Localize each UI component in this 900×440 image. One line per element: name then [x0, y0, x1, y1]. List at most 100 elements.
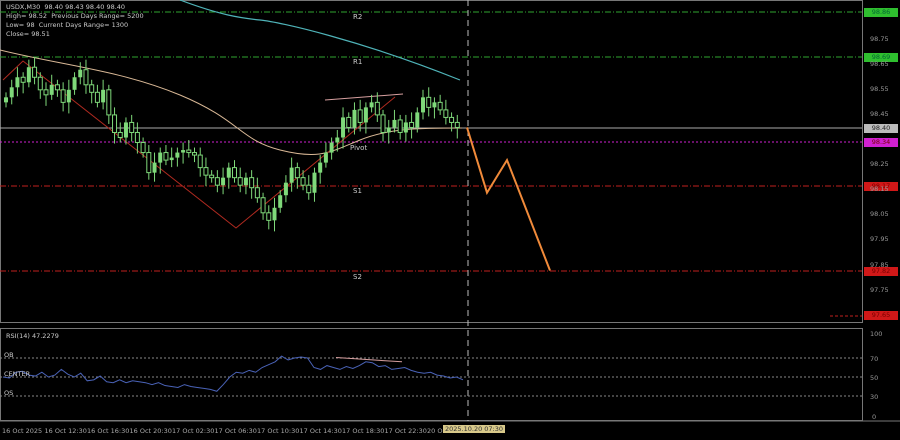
candle [129, 121, 135, 133]
candle [221, 177, 226, 186]
price-label-extra: 97.65 [864, 311, 898, 320]
candle [329, 142, 334, 153]
candle [283, 182, 288, 196]
candle [163, 152, 169, 161]
candle [312, 172, 317, 193]
time-axis-tick: 17 Oct 10:30 [257, 427, 300, 435]
candle [49, 84, 54, 95]
price-axis-tick: 97.95 [870, 235, 889, 244]
candle [374, 101, 380, 116]
time-axis-tick: 16 Oct 2025 [2, 427, 43, 435]
candle [386, 127, 391, 133]
price-axis-tick: 98.05 [870, 210, 889, 219]
candle [186, 149, 192, 154]
candle [203, 167, 209, 176]
candle [432, 102, 437, 108]
close-value: Close= 98.51 [6, 30, 50, 38]
candle [158, 152, 163, 163]
main-pane-border [0, 0, 863, 323]
info-low: Low= 98 Current Days Range= 1300 [6, 21, 128, 30]
candle [369, 102, 374, 108]
candle [37, 76, 43, 91]
price-axis-tick: 98.55 [870, 84, 889, 93]
rsi-axis-30: 30 [870, 393, 879, 401]
candle [335, 137, 340, 143]
candle [397, 119, 403, 133]
candle [32, 66, 38, 78]
candle [392, 119, 397, 128]
rsi-axis-70: 70 [870, 355, 879, 363]
candle [26, 67, 31, 83]
time-cursor-label: 2025.10.20 07:30 [443, 425, 506, 433]
rsi-axis-100: 100 [870, 330, 883, 338]
candle [181, 150, 186, 153]
candle [226, 167, 231, 178]
price-axis-tick: 98.45 [870, 109, 889, 118]
candle [363, 107, 368, 123]
time-axis-tick: 17 Oct 18:30 [342, 427, 385, 435]
candle [66, 89, 71, 103]
level-s2: S2 [353, 273, 362, 281]
level-r1: R1 [353, 58, 363, 66]
forecast-line [466, 127, 551, 271]
candle [260, 197, 266, 214]
candle [169, 157, 174, 161]
candle [443, 109, 449, 118]
time-axis-tick: 17 Oct 02:30 [172, 427, 215, 435]
price-axis-tick: 97.75 [870, 285, 889, 294]
candle [357, 109, 363, 123]
candle [43, 89, 49, 96]
candle [72, 77, 77, 90]
rsi-ob-label: OB [4, 351, 14, 359]
candle [306, 184, 312, 194]
price-axis-tick: 98.65 [870, 59, 889, 68]
candle [117, 131, 123, 138]
price-label-r2: 98.86 [864, 8, 898, 17]
chart-canvas[interactable] [0, 0, 900, 440]
candle [249, 177, 255, 189]
candle [140, 142, 146, 154]
time-axis-tick: 16 Oct 12:30 [44, 427, 87, 435]
candle [192, 152, 198, 156]
candle [9, 87, 14, 98]
candle [380, 114, 386, 133]
price-axis-tick: 97.85 [870, 260, 889, 269]
candle [415, 112, 420, 128]
price-label-current: 98.40 [864, 124, 898, 133]
rsi-axis-50: 50 [870, 374, 879, 382]
candle [123, 122, 128, 138]
candle [266, 212, 272, 221]
time-axis-tick: 17 Oct 22:30 [384, 427, 427, 435]
price-label-pivot: 98.34 [864, 138, 898, 147]
candle [323, 152, 328, 163]
candle [106, 89, 112, 116]
level-s1: S1 [353, 187, 362, 195]
candle [134, 131, 140, 144]
cur-range: Current Days Range= 1300 [38, 21, 129, 29]
price-axis-tick: 98.75 [870, 34, 889, 43]
high-value: High= 98.52 [6, 12, 48, 20]
channel-line [324, 93, 404, 101]
candle [403, 122, 408, 133]
zigzag-line [2, 60, 396, 229]
candle [89, 84, 95, 93]
trading-chart[interactable]: USDX,M30 98.40 98.43 98.40 98.40 High= 9… [0, 0, 900, 440]
time-axis-tick: 16 Oct 16:30 [87, 427, 130, 435]
candle [278, 195, 283, 208]
candle [289, 167, 294, 183]
candle [352, 109, 357, 128]
candle [197, 154, 203, 169]
rsi-pane-border [0, 328, 863, 421]
candle [318, 162, 323, 173]
price-axis-tick: 98.25 [870, 160, 889, 169]
low-value: Low= 98 [6, 21, 35, 29]
rsi-title: RSI(14) 47.2279 [6, 332, 59, 340]
price-axis-tick: 98.15 [870, 185, 889, 194]
symbol-ohlc: USDX,M30 98.40 98.43 98.40 98.40 [6, 3, 126, 11]
rsi-os-label: OS [4, 389, 14, 397]
candle [112, 114, 118, 133]
candle [175, 152, 180, 158]
time-axis-tick: 16 Oct 20:30 [129, 427, 172, 435]
prev-range: Previous Days Range= 5200 [51, 12, 144, 20]
candle [421, 97, 426, 113]
